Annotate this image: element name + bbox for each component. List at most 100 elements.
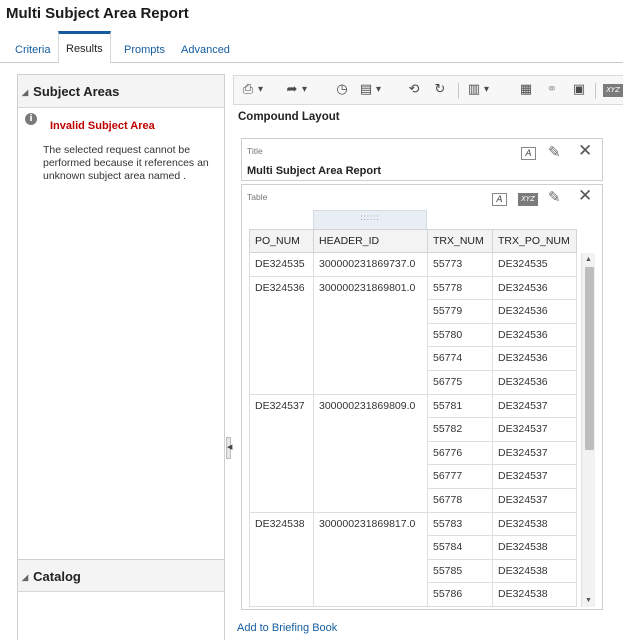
print-icon[interactable]: ⎙ <box>240 82 263 98</box>
scrollbar-thumb[interactable] <box>585 267 594 450</box>
table-cell: 55783 <box>427 511 493 537</box>
table-cell: DE324536 <box>249 275 314 395</box>
table-cell: 55778 <box>427 275 493 301</box>
table-cell: 56774 <box>427 346 493 371</box>
print-preview-icon[interactable]: ▤ <box>358 82 381 98</box>
table-cell: 55786 <box>427 582 493 607</box>
subject-areas-heading: Subject Areas <box>33 84 120 99</box>
pane-splitter[interactable] <box>225 74 232 640</box>
catalog-header[interactable]: ◢ Catalog <box>18 559 224 592</box>
remove-icon[interactable]: ▦ <box>518 82 534 98</box>
table-cell: 300000231869817.0 <box>313 511 428 607</box>
page-title: Multi Subject Area Report <box>6 5 189 22</box>
table-cell: DE324535 <box>249 252 314 277</box>
tab-results[interactable]: Results <box>58 31 111 63</box>
collapse-triangle-icon[interactable]: ◢ <box>22 76 28 109</box>
vertical-scrollbar[interactable]: ▲ ▼ <box>581 253 595 607</box>
table-cell: DE324536 <box>492 299 577 324</box>
compound-layout-title: Compound Layout <box>238 111 340 123</box>
results-toolbar: ⎙ ➦ ◷ ▤ ⟲ ↻ ▥ ▦ ⚭ ▣ XYZ <box>233 75 623 105</box>
table-cell: DE324537 <box>492 417 577 442</box>
toolbar-divider <box>595 83 596 99</box>
properties-icon[interactable]: ▣ <box>571 82 587 98</box>
table-cell: 55780 <box>427 322 493 348</box>
table-cell: DE324537 <box>492 487 577 513</box>
results-table: PO_NUM HEADER_ID TRX_NUM TRX_PO_NUM DE32… <box>249 229 577 607</box>
column-header[interactable]: PO_NUM <box>249 229 314 253</box>
xyz-icon[interactable]: XYZ <box>518 193 538 206</box>
scroll-down-icon[interactable]: ▼ <box>585 597 592 604</box>
tab-advanced[interactable]: Advanced <box>174 32 237 63</box>
left-pane: ◢ Subject Areas i Invalid Subject Area Th… <box>17 74 225 640</box>
table-cell: 300000231869801.0 <box>313 275 428 395</box>
title-view-label: Title <box>247 146 263 156</box>
edit-view-icon[interactable]: ✎ <box>548 143 561 161</box>
collapse-triangle-icon[interactable]: ◢ <box>22 561 28 594</box>
format-container-icon[interactable]: A <box>521 147 536 160</box>
export-icon[interactable]: ➦ <box>284 82 307 98</box>
table-cell: DE324536 <box>492 322 577 348</box>
column-drag-grip[interactable]: :::::: <box>313 210 427 230</box>
table-cell: DE324538 <box>492 582 577 607</box>
column-header[interactable]: HEADER_ID <box>313 229 428 253</box>
close-view-icon[interactable]: ✕ <box>578 141 592 161</box>
column-header[interactable]: TRX_NUM <box>427 229 493 253</box>
schedule-icon[interactable]: ◷ <box>334 82 350 98</box>
table-cell: DE324537 <box>492 440 577 466</box>
table-cell: 55782 <box>427 417 493 442</box>
edit-view-icon[interactable]: ✎ <box>548 188 561 206</box>
table-cell: 300000231869809.0 <box>313 393 428 513</box>
error-header: i Invalid Subject Area <box>18 108 224 138</box>
table-view-label: Table <box>247 192 268 202</box>
tab-bar: Criteria Results Prompts Advanced <box>0 30 623 63</box>
error-message: The selected request cannot be performed… <box>43 144 209 182</box>
new-view-icon[interactable]: ▥ <box>466 82 489 98</box>
add-to-briefing-book-link[interactable]: Add to Briefing Book <box>237 622 337 634</box>
refresh-icon[interactable]: ⟲ <box>406 82 422 98</box>
table-cell: 55785 <box>427 558 493 584</box>
table-cell: DE324537 <box>492 393 577 419</box>
table-cell: 300000231869737.0 <box>313 252 428 277</box>
table-row: DE324537 300000231869809.0 55781 DE324537 <box>249 393 577 513</box>
column-header[interactable]: TRX_PO_NUM <box>492 229 577 253</box>
table-row: DE324538 300000231869817.0 55783 DE324538 <box>249 511 577 607</box>
table-row: DE324536 300000231869801.0 55778 DE324536 <box>249 275 577 395</box>
table-cell: 55773 <box>427 252 493 277</box>
tab-prompts[interactable]: Prompts <box>117 32 172 63</box>
table-cell: DE324536 <box>492 275 577 301</box>
table-cell: 55784 <box>427 535 493 560</box>
table-cell: DE324536 <box>492 369 577 395</box>
info-icon: i <box>25 113 37 125</box>
error-title: Invalid Subject Area <box>50 120 155 132</box>
catalog-heading: Catalog <box>33 569 81 584</box>
table-cell: DE324537 <box>492 464 577 489</box>
table-cell: 55781 <box>427 393 493 419</box>
table-cell: 56778 <box>427 487 493 513</box>
table-cell: DE324538 <box>249 511 314 607</box>
table-cell: DE324538 <box>492 511 577 537</box>
table-cell: DE324538 <box>492 558 577 584</box>
reload-icon[interactable]: ↻ <box>432 82 448 98</box>
table-cell: DE324537 <box>249 393 314 513</box>
table-cell: 56777 <box>427 464 493 489</box>
title-view: Title Multi Subject Area Report A ✎ ✕ <box>241 138 603 181</box>
table-cell: DE324538 <box>492 535 577 560</box>
subject-areas-header[interactable]: ◢ Subject Areas <box>18 75 224 108</box>
xyz-icon[interactable]: XYZ <box>603 84 623 97</box>
merge-icon[interactable]: ⚭ <box>544 82 560 98</box>
table-row: DE324535 300000231869737.0 55773 DE324535 <box>249 252 577 277</box>
format-container-icon[interactable]: A <box>492 193 507 206</box>
table-cell: 56776 <box>427 440 493 466</box>
scroll-up-icon[interactable]: ▲ <box>585 256 592 263</box>
title-view-text: Multi Subject Area Report <box>247 165 382 177</box>
collapse-pane-handle[interactable]: ◀ <box>226 437 232 459</box>
table-body: DE324535 300000231869737.0 55773 DE324535 DE… <box>249 252 577 607</box>
table-cell: DE324535 <box>492 252 577 277</box>
toolbar-divider <box>458 83 459 99</box>
table-cell: 55779 <box>427 299 493 324</box>
table-cell: DE324536 <box>492 346 577 371</box>
table-cell: 56775 <box>427 369 493 395</box>
close-view-icon[interactable]: ✕ <box>578 186 592 206</box>
tab-criteria[interactable]: Criteria <box>8 32 57 63</box>
table-view: Table A XYZ ✎ ✕ :::::: PO_NUM HEADER_ID … <box>241 184 603 610</box>
